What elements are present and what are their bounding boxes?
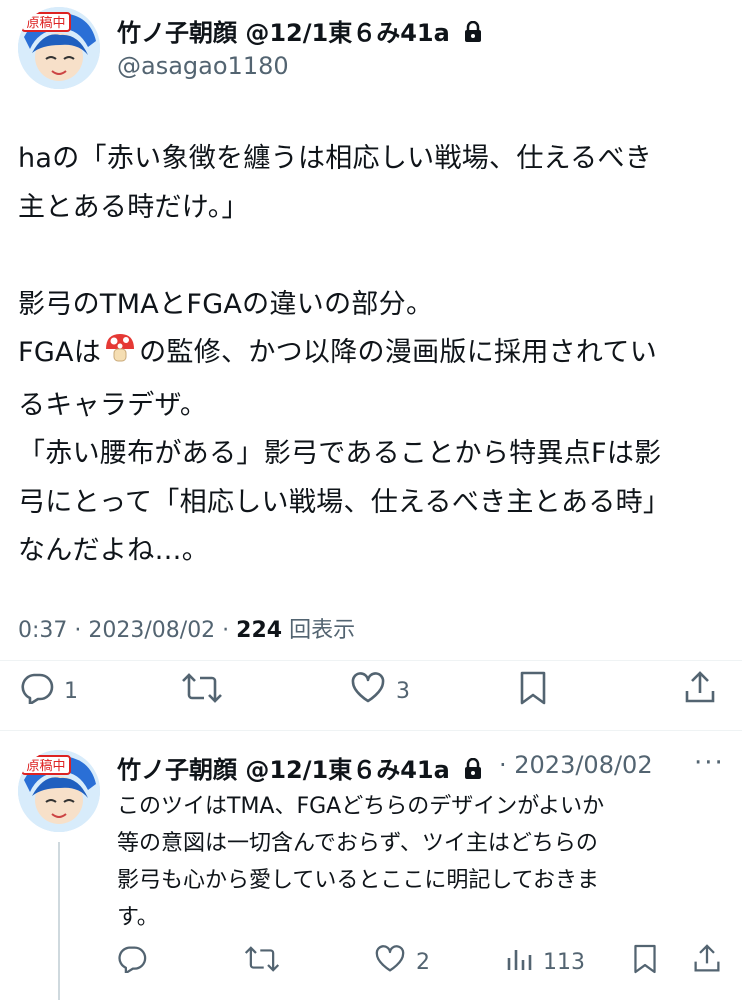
- body-line: [18, 232, 734, 281]
- more-options-icon[interactable]: ···: [694, 748, 725, 778]
- retweet-button[interactable]: [181, 671, 223, 711]
- reply-like-button[interactable]: 2: [374, 945, 430, 979]
- tweet-meta: 0:37 · 2023/08/02 · 224 回表示: [18, 612, 355, 644]
- retweet-icon: [181, 671, 223, 711]
- body-line: 「赤い腰布がある」影弓であることから特異点Fは影: [18, 438, 662, 469]
- reply-share-button[interactable]: [693, 944, 721, 980]
- tweet-body: haの「赤い象徴を纏うは相応しい戦場、仕えるべき 主とある時だけ。」 影弓のTM…: [18, 135, 734, 576]
- reply-author-name: 竹ノ子朝顔 @12/1東６み41a: [117, 756, 450, 784]
- reply-button[interactable]: 1: [20, 672, 78, 710]
- reply-body: このツイはTMA、FGAどちらのデザインがよいか 等の意図は一切含んでおらず、ツ…: [117, 788, 737, 936]
- svg-text:原稿中: 原稿中: [26, 758, 65, 774]
- tweet-timestamp[interactable]: 0:37 · 2023/08/02 ·: [18, 618, 236, 643]
- like-count: 3: [396, 678, 410, 704]
- reply-bookmark-button[interactable]: [632, 943, 658, 981]
- views-icon: [505, 946, 533, 978]
- bookmark-icon: [632, 943, 658, 981]
- reply-views-button[interactable]: 113: [505, 947, 585, 977]
- author-handle[interactable]: @asagao1180: [117, 52, 289, 80]
- reply-line: す。: [117, 905, 159, 930]
- reply-avatar[interactable]: 原稿中: [18, 750, 100, 832]
- body-line: るキャラデザ。: [18, 389, 208, 421]
- reply-author[interactable]: 竹ノ子朝顔 @12/1東６み41a: [117, 750, 482, 786]
- like-button[interactable]: 3: [350, 672, 410, 710]
- body-line: 主とある時だけ。」: [18, 191, 249, 223]
- divider: [0, 730, 742, 731]
- bookmark-button[interactable]: [518, 670, 548, 712]
- reply-line: このツイはTMA、FGAどちらのデザインがよいか: [117, 794, 605, 819]
- body-fragment: の監修、かつ以降の漫画版に採用されてい: [139, 337, 658, 368]
- svg-text:原稿中: 原稿中: [26, 15, 65, 31]
- body-line: 影弓のTMAとFGAの違いの部分。: [18, 288, 434, 320]
- reply-views-count: 113: [543, 949, 585, 975]
- bookmark-icon: [518, 670, 548, 712]
- avatar[interactable]: 原稿中: [18, 7, 100, 89]
- reply-icon: [20, 672, 54, 710]
- share-icon: [684, 671, 716, 711]
- share-icon: [693, 944, 721, 980]
- retweet-icon: [244, 944, 280, 980]
- reply-like-count: 2: [416, 949, 430, 975]
- reply-count: 1: [64, 678, 78, 704]
- like-icon: [350, 672, 386, 710]
- views-count: 224: [236, 618, 283, 643]
- reply-line: 等の意図は一切含んでおらず、ツイ主はどちらの: [117, 831, 598, 856]
- lock-icon: [464, 757, 482, 786]
- body-line: haの「赤い象徴を纏うは相応しい戦場、仕えるべき: [18, 143, 653, 174]
- like-icon: [374, 945, 406, 979]
- thread-line: [58, 842, 60, 1000]
- author-name-text: 竹ノ子朝顔 @12/1東６み41a: [117, 19, 450, 47]
- share-button[interactable]: [684, 671, 716, 711]
- reply-retweet-button[interactable]: [244, 944, 280, 980]
- body-line: なんだよね…。: [18, 535, 210, 566]
- lock-icon: [464, 20, 482, 49]
- mushroom-emoji: [103, 331, 137, 382]
- body-line: FGAは の監修、かつ以降の漫画版に採用されてい: [18, 329, 734, 382]
- reply-icon: [117, 945, 147, 979]
- body-fragment: FGAは: [18, 337, 102, 368]
- author-name[interactable]: 竹ノ子朝顔 @12/1東６み41a: [117, 13, 482, 49]
- reply-reply-button[interactable]: [117, 945, 147, 979]
- divider: [0, 660, 742, 661]
- views-label: 回表示: [289, 618, 356, 643]
- reply-line: 影弓も心から愛しているとここに明記しておきま: [117, 868, 600, 893]
- body-line: 弓にとって「相応しい戦場、仕えるべき主とある時」: [18, 486, 671, 518]
- reply-date[interactable]: · 2023/08/02: [499, 751, 653, 779]
